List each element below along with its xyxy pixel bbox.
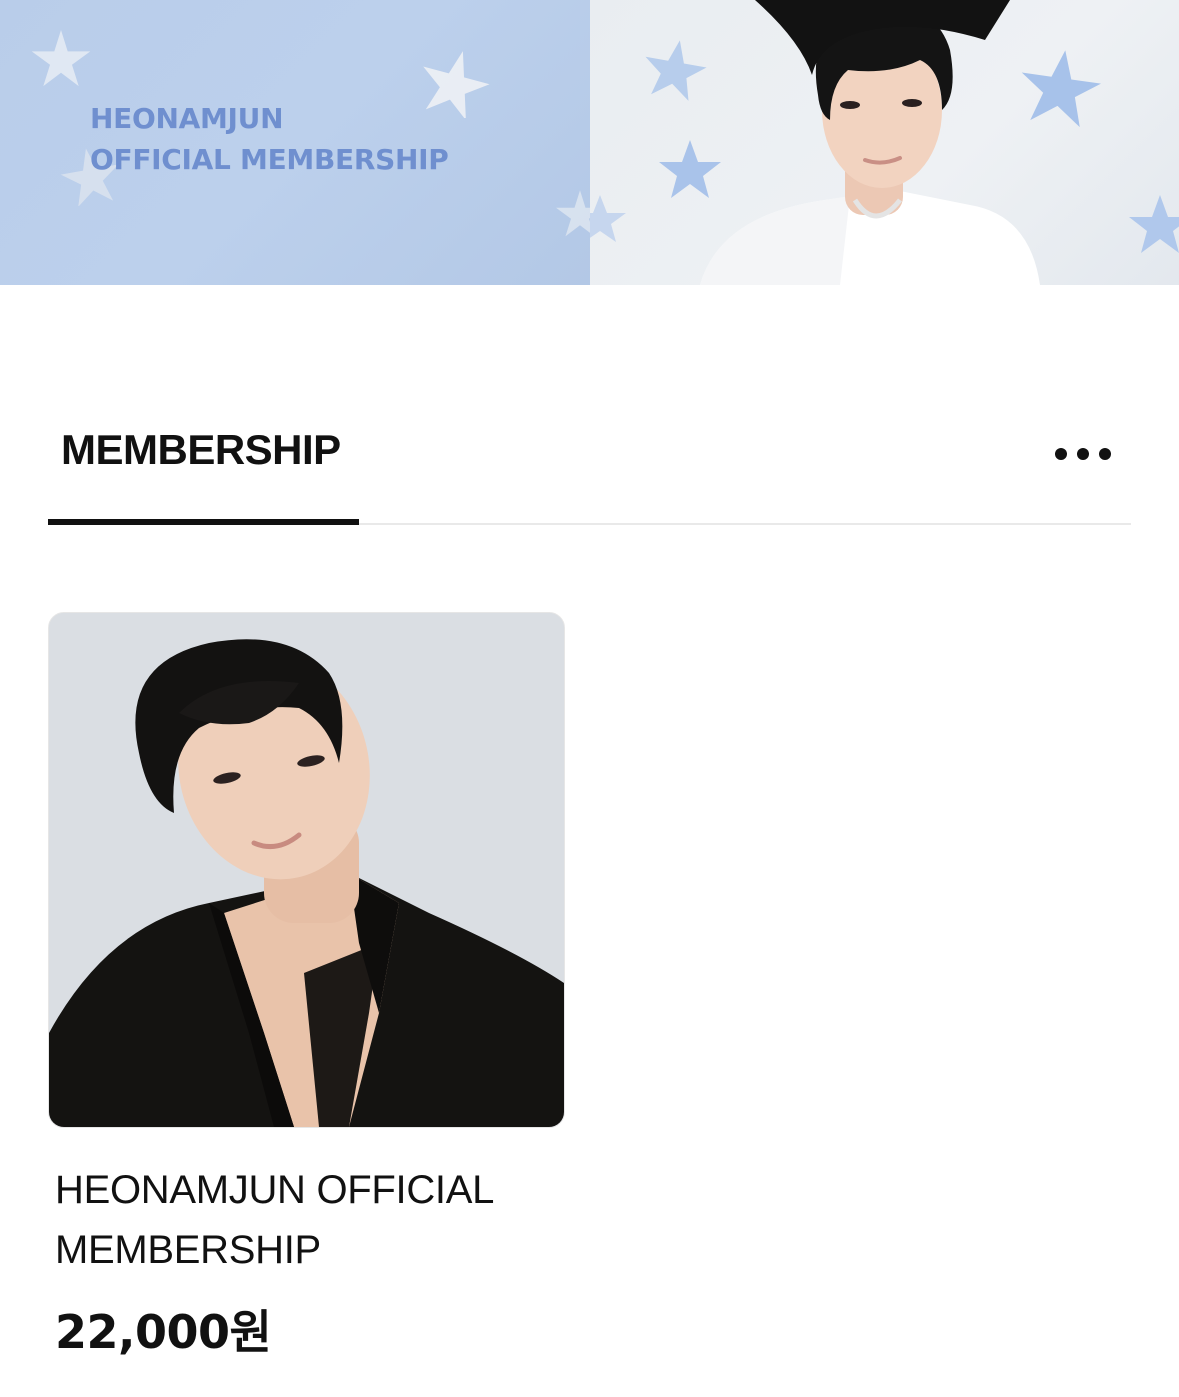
product-price: 22,000원: [55, 1305, 272, 1359]
tab-bar: MEMBERSHIP: [48, 400, 1131, 528]
tab-divider: [359, 523, 1131, 525]
more-dots-icon: [1077, 448, 1089, 460]
more-dots-icon: [1055, 448, 1067, 460]
banner-title: HEONAMJUN OFFICIAL MEMBERSHIP: [90, 98, 449, 180]
banner-text-panel: HEONAMJUN OFFICIAL MEMBERSHIP: [0, 0, 604, 285]
active-tab-indicator: [48, 519, 359, 525]
more-options-button[interactable]: [1048, 430, 1118, 476]
tab-membership-label: MEMBERSHIP: [61, 426, 341, 473]
product-image[interactable]: [48, 612, 565, 1128]
more-dots-icon: [1099, 448, 1111, 460]
product-title[interactable]: HEONAMJUN OFFICIAL MEMBERSHIP: [55, 1160, 575, 1280]
artist-portrait-image: [590, 0, 1179, 285]
banner-title-line1: HEONAMJUN: [90, 102, 284, 135]
membership-banner[interactable]: HEONAMJUN OFFICIAL MEMBERSHIP: [0, 0, 1179, 285]
star-decoration-icon: [31, 30, 91, 87]
tab-membership[interactable]: MEMBERSHIP: [48, 400, 359, 525]
artist-portrait-image: [49, 613, 564, 1127]
banner-artist-photo: [590, 0, 1179, 285]
banner-title-line2: OFFICIAL MEMBERSHIP: [90, 143, 449, 176]
